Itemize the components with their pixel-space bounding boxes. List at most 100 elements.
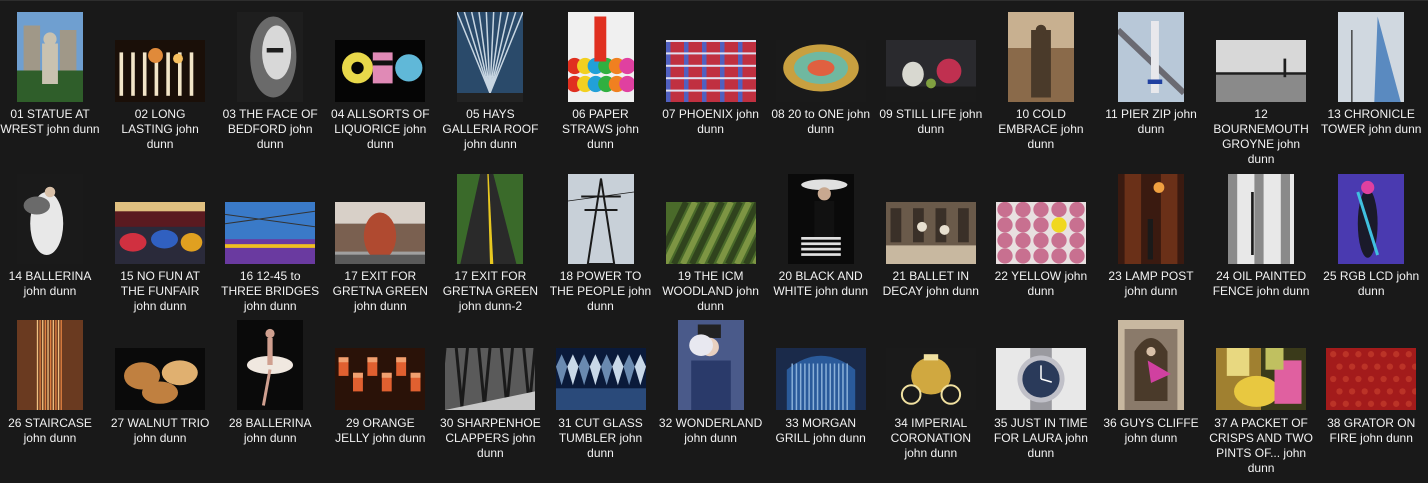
file-name-label: 33 MORGAN GRILL john dunn	[775, 416, 866, 445]
thumbnail-image	[1118, 12, 1184, 102]
file-thumbnail[interactable]	[1118, 320, 1184, 410]
file-item[interactable]: 07 PHOENIX john dunn	[659, 10, 763, 160]
thumbnail-image	[775, 348, 866, 410]
thumbnail-image	[17, 320, 83, 410]
file-item[interactable]: 32 WONDERLAND john dunn	[659, 318, 763, 468]
file-item[interactable]: 23 LAMP POST john dunn	[1099, 172, 1203, 322]
file-item[interactable]: 34 IMPERIAL CORONATION john dunn	[879, 318, 983, 468]
file-item[interactable]: 04 ALLSORTS OF LIQUORICE john dunn	[328, 10, 432, 160]
file-thumbnail[interactable]	[1216, 348, 1307, 410]
file-item[interactable]: 31 CUT GLASS TUMBLER john dunn	[549, 318, 653, 468]
file-item[interactable]: 25 RGB LCD john dunn	[1319, 172, 1423, 322]
file-item[interactable]: 27 WALNUT TRIO john dunn	[108, 318, 212, 468]
file-thumbnail[interactable]	[457, 12, 524, 102]
file-thumbnail[interactable]	[115, 202, 206, 264]
thumbnail-image	[885, 40, 976, 102]
file-name-label: 04 ALLSORTS OF LIQUORICE john dunn	[331, 107, 430, 151]
file-name-label: 23 LAMP POST john dunn	[1108, 269, 1194, 298]
file-thumbnail[interactable]	[335, 40, 426, 102]
file-thumbnail[interactable]	[1216, 40, 1307, 102]
file-thumbnail[interactable]	[445, 348, 536, 410]
file-thumbnail[interactable]	[17, 320, 83, 410]
file-name-label: 17 EXIT FOR GRETNA GREEN john dunn	[332, 269, 428, 313]
file-item[interactable]: 26 STAIRCASE john dunn	[0, 318, 102, 468]
file-thumbnail[interactable]	[457, 174, 524, 264]
thumbnail-image	[335, 202, 426, 264]
file-thumbnail[interactable]	[237, 320, 304, 410]
file-thumbnail[interactable]	[115, 348, 206, 410]
file-name-label: 18 POWER TO THE PEOPLE john dunn	[549, 269, 652, 313]
file-thumbnail[interactable]	[1007, 12, 1074, 102]
file-item[interactable]: 22 YELLOW john dunn	[989, 172, 1093, 322]
file-thumbnail[interactable]	[335, 202, 426, 264]
file-name-label: 03 THE FACE OF BEDFORD john dunn	[222, 107, 318, 151]
file-thumbnail[interactable]	[1118, 12, 1184, 102]
file-item[interactable]: 16 12-45 to THREE BRIDGES john dunn	[218, 172, 322, 322]
file-item[interactable]: 17 EXIT FOR GRETNA GREEN john dunn-2	[438, 172, 542, 322]
file-name-label: 13 CHRONICLE TOWER john dunn	[1320, 107, 1422, 136]
thumbnail-image	[677, 320, 744, 410]
file-item[interactable]: 29 ORANGE JELLY john dunn	[328, 318, 432, 468]
file-item[interactable]: 12 BOURNEMOUTH GROYNE john dunn	[1209, 10, 1313, 166]
file-thumbnail[interactable]	[115, 40, 206, 102]
file-name-label: 19 THE ICM WOODLAND john dunn	[662, 269, 759, 313]
file-item[interactable]: 08 20 to ONE john dunn	[769, 10, 873, 160]
file-item[interactable]: 11 PIER ZIP john dunn	[1099, 10, 1203, 160]
file-thumbnail[interactable]	[995, 202, 1086, 264]
file-thumbnail[interactable]	[665, 202, 756, 264]
file-thumbnail[interactable]	[1338, 12, 1405, 102]
file-item[interactable]: 21 BALLET IN DECAY john dunn	[879, 172, 983, 322]
file-item[interactable]: 14 BALLERINA john dunn	[0, 172, 102, 322]
file-thumbnail[interactable]	[775, 40, 866, 102]
file-thumbnail[interactable]	[555, 348, 646, 410]
file-thumbnail[interactable]	[775, 348, 866, 410]
file-item[interactable]: 37 A PACKET OF CRISPS AND TWO PINTS OF..…	[1209, 318, 1313, 475]
thumbnail-image	[775, 40, 866, 102]
file-thumbnail[interactable]	[677, 320, 744, 410]
file-item[interactable]: 10 COLD EMBRACE john dunn	[989, 10, 1093, 160]
thumbnail-image	[567, 174, 634, 264]
file-item[interactable]: 02 LONG LASTING john dunn	[108, 10, 212, 160]
file-item[interactable]: 13 CHRONICLE TOWER john dunn	[1319, 10, 1423, 160]
file-item[interactable]: 03 THE FACE OF BEDFORD john dunn	[218, 10, 322, 160]
file-thumbnail[interactable]	[1326, 348, 1417, 410]
file-item[interactable]: 24 OIL PAINTED FENCE john dunn	[1209, 172, 1313, 322]
file-item[interactable]: 18 POWER TO THE PEOPLE john dunn	[549, 172, 653, 322]
file-thumbnail[interactable]	[885, 348, 976, 410]
file-thumbnail[interactable]	[17, 174, 83, 264]
file-thumbnail[interactable]	[665, 40, 756, 102]
file-thumbnail[interactable]	[567, 174, 634, 264]
file-item[interactable]: 05 HAYS GALLERIA ROOF john dunn	[438, 10, 542, 160]
file-name-label: 22 YELLOW john dunn	[994, 269, 1088, 298]
file-item[interactable]: 15 NO FUN AT THE FUNFAIR john dunn	[108, 172, 212, 322]
file-thumbnail[interactable]	[885, 40, 976, 102]
file-item[interactable]: 38 GRATOR ON FIRE john dunn	[1319, 318, 1423, 468]
file-item[interactable]: 33 MORGAN GRILL john dunn	[769, 318, 873, 468]
file-item[interactable]: 01 STATUE AT WREST john dunn	[0, 10, 102, 160]
file-thumbnail[interactable]	[237, 12, 304, 102]
file-thumbnail[interactable]	[1338, 174, 1405, 264]
file-item[interactable]: 17 EXIT FOR GRETNA GREEN john dunn	[328, 172, 432, 322]
file-thumbnail[interactable]	[567, 12, 634, 102]
file-thumbnail[interactable]	[1228, 174, 1295, 264]
file-thumbnail[interactable]	[225, 202, 316, 264]
file-thumbnail-grid: 01 STATUE AT WREST john dunn 02 LONG LAST…	[0, 0, 1428, 483]
file-name-label: 37 A PACKET OF CRISPS AND TWO PINTS OF..…	[1209, 416, 1313, 475]
file-thumbnail[interactable]	[335, 348, 426, 410]
file-item[interactable]: 09 STILL LIFE john dunn	[879, 10, 983, 160]
file-item[interactable]: 30 SHARPENHOE CLAPPERS john dunn	[438, 318, 542, 468]
file-thumbnail[interactable]	[787, 174, 854, 264]
file-thumbnail[interactable]	[995, 348, 1086, 410]
file-item[interactable]: 06 PAPER STRAWS john dunn	[549, 10, 653, 160]
file-item[interactable]: 36 GUYS CLIFFE john dunn	[1099, 318, 1203, 468]
file-thumbnail[interactable]	[1118, 174, 1184, 264]
file-item[interactable]: 35 JUST IN TIME FOR LAURA john dunn	[989, 318, 1093, 468]
file-item[interactable]: 19 THE ICM WOODLAND john dunn	[659, 172, 763, 322]
thumbnail-image	[335, 40, 426, 102]
file-name-label: 16 12-45 to THREE BRIDGES john dunn	[221, 269, 320, 313]
file-thumbnail[interactable]	[17, 12, 83, 102]
file-thumbnail[interactable]	[885, 202, 976, 264]
file-item[interactable]: 20 BLACK AND WHITE john dunn	[769, 172, 873, 322]
thumbnail-image	[1338, 12, 1405, 102]
file-item[interactable]: 28 BALLERINA john dunn	[218, 318, 322, 468]
